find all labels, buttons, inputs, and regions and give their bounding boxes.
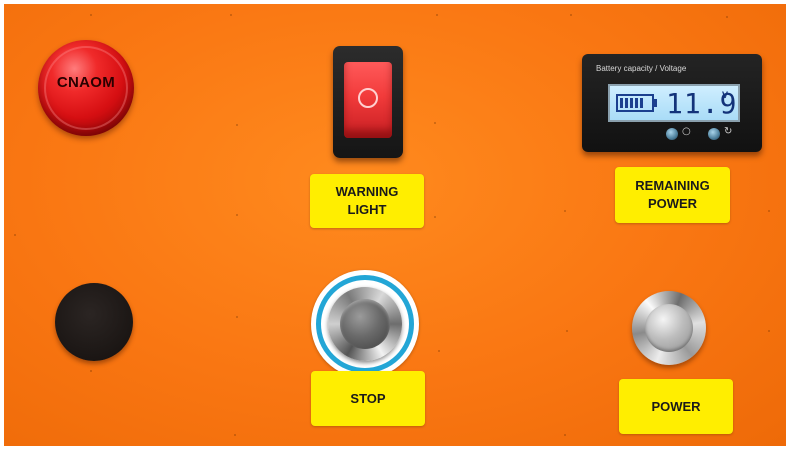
meter-power-glyph-icon: ○ <box>682 126 691 137</box>
warning-light-label: WARNING LIGHT <box>310 174 424 228</box>
blank-hole-plug <box>55 283 133 361</box>
rocker-paddle[interactable] <box>344 62 392 138</box>
power-ring-icon <box>358 88 378 108</box>
remaining-label-line-1: REMAINING <box>635 178 710 193</box>
lamp-label: CNAOM <box>56 74 116 91</box>
battery-charge-bar <box>620 98 643 108</box>
warning-light-rocker-switch[interactable] <box>333 46 403 158</box>
power-button-cap[interactable] <box>645 304 693 352</box>
meter-caption: Battery capacity / Voltage <box>596 64 687 73</box>
warning-label-line-1: WARNING <box>335 184 399 199</box>
battery-icon <box>616 94 654 112</box>
power-button[interactable] <box>632 291 706 365</box>
voltage-unit: V <box>722 90 729 100</box>
power-label: POWER <box>619 379 733 434</box>
meter-mode-button[interactable] <box>708 128 720 140</box>
warning-lamp: CNAOM <box>38 40 134 136</box>
power-label-text: POWER <box>651 398 701 414</box>
battery-tip-icon <box>654 99 657 107</box>
remaining-power-label: REMAINING POWER <box>615 167 730 223</box>
stop-button-cap[interactable] <box>340 299 390 349</box>
meter-power-button[interactable] <box>666 128 678 140</box>
stop-label: STOP <box>311 371 425 426</box>
lcd-display: 11.9 V <box>608 84 740 122</box>
stop-button-highlight <box>311 270 419 378</box>
meter-mode-glyph-icon: ↻ <box>724 126 733 137</box>
stop-label-text: STOP <box>350 390 386 406</box>
control-panel: CNAOM Battery capacity / Voltage 11.9 V … <box>4 4 786 446</box>
remaining-label-line-2: POWER <box>647 196 698 211</box>
battery-meter: Battery capacity / Voltage 11.9 V ○ ↻ <box>582 54 762 152</box>
warning-label-line-2: LIGHT <box>347 202 387 217</box>
stop-button[interactable] <box>328 287 402 361</box>
